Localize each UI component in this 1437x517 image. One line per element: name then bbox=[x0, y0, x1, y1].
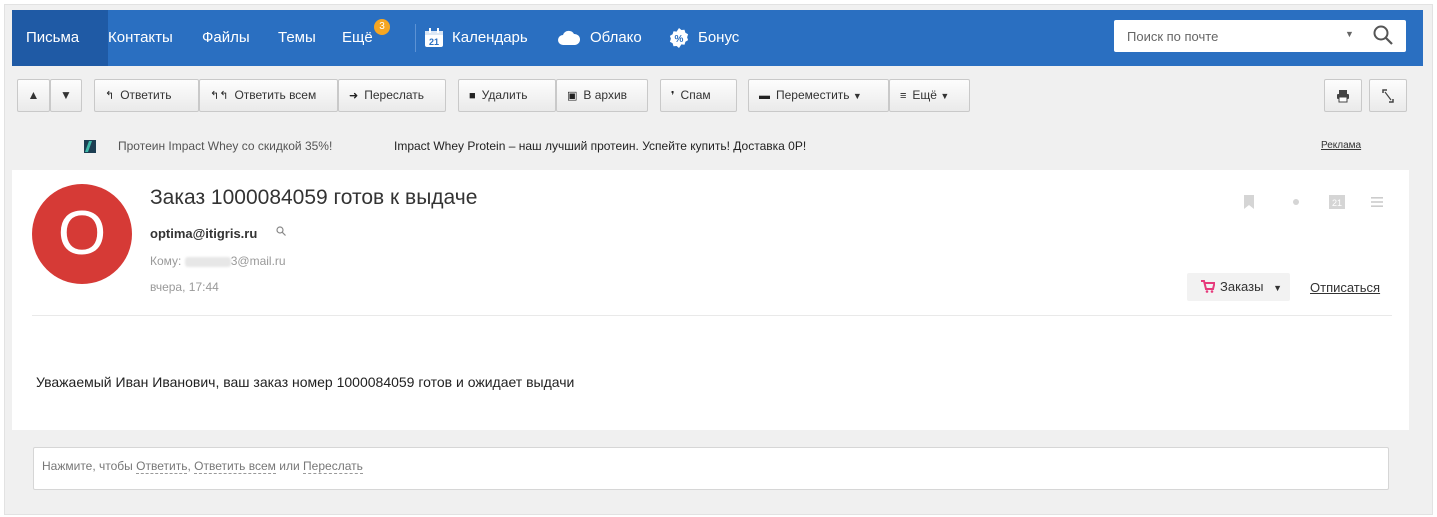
nav-cloud[interactable]: Облако bbox=[580, 10, 654, 66]
ad-title[interactable]: Протеин Impact Whey со скидкой 35%! bbox=[118, 126, 332, 166]
nav-bonus[interactable]: Бонус bbox=[688, 10, 751, 66]
open-new-window-button[interactable] bbox=[1369, 79, 1407, 112]
cloud-icon bbox=[558, 30, 581, 45]
archive-icon: ▣ bbox=[567, 90, 578, 102]
orders-button[interactable]: Заказы ▼ bbox=[1187, 273, 1290, 301]
menu-icon: ≡ bbox=[900, 90, 907, 102]
recipient: Кому: 3@mail.ru bbox=[150, 254, 286, 268]
nav-more[interactable]: Ещё bbox=[330, 10, 385, 66]
more-label: Ещё bbox=[912, 88, 937, 102]
message-toolbar: ▲ ▼ ↰ Ответить ↰↰ Ответить всем ➜ Переслать… bbox=[12, 66, 1423, 122]
expand-icon bbox=[1382, 89, 1394, 103]
more-button[interactable]: ≡ Ещё ▼ bbox=[889, 79, 970, 112]
unsubscribe-link[interactable]: Отписаться bbox=[1310, 280, 1380, 295]
nav-calendar[interactable]: Календарь bbox=[442, 10, 540, 66]
quick-reply-all-link[interactable]: Ответить всем bbox=[194, 459, 276, 474]
print-button[interactable] bbox=[1324, 79, 1362, 112]
ad-banner[interactable]: Протеин Impact Whey со скидкой 35%! Impa… bbox=[36, 126, 1411, 166]
delete-button[interactable]: ■ Удалить bbox=[458, 79, 556, 112]
search-field bbox=[1114, 20, 1406, 52]
quick-reply-box[interactable]: Нажмите, чтобы Ответить, Ответить всем и… bbox=[33, 447, 1389, 490]
recipient-label: Кому: bbox=[150, 254, 182, 268]
nav-topics[interactable]: Темы bbox=[266, 10, 328, 66]
message-body: Уважаемый Иван Иванович, ваш заказ номер… bbox=[36, 374, 575, 390]
nav-files[interactable]: Файлы bbox=[190, 10, 262, 66]
redacted-text bbox=[184, 256, 231, 267]
delete-label: Удалить bbox=[481, 88, 528, 102]
print-icon bbox=[1337, 89, 1349, 103]
spam-label: Спам bbox=[680, 88, 711, 102]
reply-all-icon: ↰↰ bbox=[210, 90, 229, 102]
move-label: Переместить bbox=[776, 88, 850, 102]
move-button[interactable]: ▬ Переместить ▼ bbox=[748, 79, 889, 112]
ad-label[interactable]: Реклама bbox=[1321, 126, 1361, 166]
message-view: O Заказ 1000084059 готов к выдаче optima… bbox=[12, 170, 1409, 430]
recipient-email[interactable]: 3@mail.ru bbox=[231, 254, 286, 268]
trash-icon: ■ bbox=[469, 90, 476, 102]
reply-button[interactable]: ↰ Ответить bbox=[94, 79, 199, 112]
chevron-down-icon: ▼ bbox=[1273, 283, 1282, 293]
quick-reply-or: или bbox=[279, 459, 300, 473]
quick-forward-link[interactable]: Переслать bbox=[303, 459, 363, 474]
message-date: вчера, 17:44 bbox=[150, 280, 219, 294]
search-dropdown-arrow[interactable]: ▼ bbox=[1345, 29, 1354, 39]
orders-label: Заказы bbox=[1220, 279, 1264, 294]
reply-label: Ответить bbox=[120, 88, 172, 102]
arrow-down-icon: ▼ bbox=[60, 88, 72, 102]
search-icon[interactable] bbox=[1372, 24, 1394, 46]
quick-reply-link[interactable]: Ответить bbox=[136, 459, 188, 474]
spam-button[interactable]: ❜ Спам bbox=[660, 79, 737, 112]
forward-icon: ➜ bbox=[349, 90, 359, 102]
more-menu-icon[interactable] bbox=[1370, 195, 1384, 209]
sender-search-icon[interactable] bbox=[276, 226, 286, 236]
calendar-event-day: 21 bbox=[1332, 198, 1342, 208]
header-divider bbox=[32, 315, 1392, 316]
unread-dot-icon[interactable] bbox=[1289, 195, 1303, 209]
chevron-down-icon: ▼ bbox=[852, 91, 862, 101]
calendar-icon: 21 bbox=[425, 28, 443, 47]
bonus-icon: % bbox=[669, 28, 689, 48]
avatar: O bbox=[32, 184, 132, 284]
reply-all-button[interactable]: ↰↰ Ответить всем bbox=[199, 79, 338, 112]
quick-reply-separator: , bbox=[187, 459, 191, 473]
nav-contacts[interactable]: Контакты bbox=[96, 10, 185, 66]
message-subject: Заказ 1000084059 готов к выдаче bbox=[150, 186, 478, 209]
forward-button[interactable]: ➜ Переслать bbox=[338, 79, 446, 112]
svg-text:%: % bbox=[675, 34, 684, 45]
ad-logo-icon bbox=[84, 140, 96, 153]
search-input[interactable] bbox=[1114, 20, 1334, 52]
cart-icon bbox=[1201, 280, 1216, 293]
calendar-event-icon[interactable]: 21 bbox=[1329, 195, 1345, 209]
reply-all-label: Ответить всем bbox=[234, 88, 317, 102]
calendar-icon-day: 21 bbox=[429, 37, 439, 47]
sender-email[interactable]: optima@itigris.ru bbox=[150, 226, 257, 241]
reply-icon: ↰ bbox=[105, 90, 115, 102]
notification-badge: 3 bbox=[374, 19, 390, 35]
ad-text[interactable]: Impact Whey Protein – наш лучший протеин… bbox=[394, 126, 806, 166]
chevron-down-icon: ▼ bbox=[940, 91, 950, 101]
forward-label: Переслать bbox=[364, 88, 425, 102]
nav-separator bbox=[415, 24, 416, 52]
thumbs-down-icon: ❜ bbox=[671, 90, 675, 102]
next-message-button[interactable]: ▼ bbox=[50, 79, 82, 112]
archive-label: В архив bbox=[583, 88, 628, 102]
quick-reply-prefix: Нажмите, чтобы bbox=[42, 459, 133, 473]
prev-message-button[interactable]: ▲ bbox=[17, 79, 50, 112]
arrow-up-icon: ▲ bbox=[27, 88, 40, 102]
flag-icon[interactable] bbox=[1243, 195, 1255, 209]
archive-button[interactable]: ▣ В архив bbox=[556, 79, 648, 112]
folder-icon: ▬ bbox=[759, 90, 770, 102]
nav-mail[interactable]: Письма bbox=[12, 10, 108, 66]
